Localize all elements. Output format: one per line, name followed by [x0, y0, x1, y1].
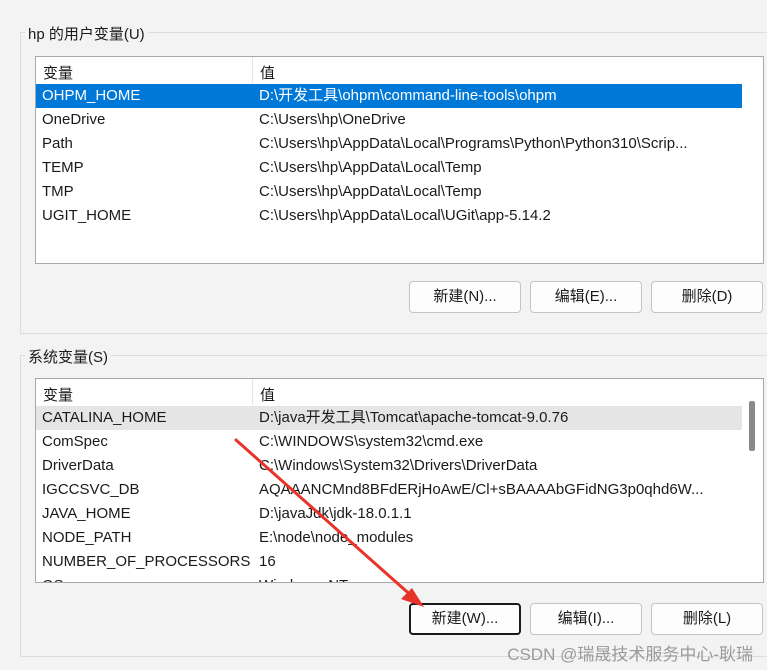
variable-name: NODE_PATH: [42, 529, 132, 546]
column-header-name[interactable]: 变量: [43, 384, 73, 405]
column-divider[interactable]: [252, 57, 253, 83]
system-variables-scrollbar[interactable]: [743, 379, 763, 582]
system-new-button[interactable]: 新建(W)...: [409, 603, 521, 635]
user-new-button[interactable]: 新建(N)...: [409, 281, 521, 313]
table-row[interactable]: IGCCSVC_DB AQAAANCMnd8BFdERjHoAwE/Cl+sBAA…: [36, 478, 742, 502]
user-variables-header: 变量 值: [36, 57, 763, 83]
variable-name: TEMP: [42, 159, 84, 176]
variable-value: C:\Users\hp\AppData\Local\Temp: [259, 183, 482, 200]
column-header-name[interactable]: 变量: [43, 62, 73, 83]
table-row[interactable]: JAVA_HOME D:\javaJdk\jdk-18.0.1.1: [36, 502, 742, 526]
table-row[interactable]: TMP C:\Users\hp\AppData\Local\Temp: [36, 180, 742, 204]
variable-value: D:\java开发工具\Tomcat\apache-tomcat-9.0.76: [259, 409, 569, 426]
system-variables-title: 系统变量(S): [25, 346, 111, 367]
table-row[interactable]: Path C:\Users\hp\AppData\Local\Programs\P…: [36, 132, 742, 156]
variable-name: UGIT_HOME: [42, 207, 132, 224]
system-variables-list[interactable]: 变量 值 CATALINA_HOME D:\java开发工具\Tomcat\apa…: [35, 378, 764, 583]
variable-value: AQAAANCMnd8BFdERjHoAwE/Cl+sBAAAAbGFidNG3…: [259, 481, 704, 498]
variable-name: Path: [42, 135, 73, 152]
system-edit-button[interactable]: 编辑(I)...: [530, 603, 642, 635]
variable-value: E:\node\node_modules: [259, 529, 414, 546]
variable-value: C:\Users\hp\AppData\Local\Temp: [259, 159, 482, 176]
variable-value: C:\Windows\System32\Drivers\DriverData: [259, 457, 538, 474]
variable-value: Windows_NT: [259, 574, 348, 582]
table-row[interactable]: DriverData C:\Windows\System32\Drivers\Dr…: [36, 454, 742, 478]
column-divider[interactable]: [252, 379, 253, 405]
table-row[interactable]: CATALINA_HOME D:\java开发工具\Tomcat\apache-t…: [36, 406, 742, 430]
variable-value: 16: [259, 553, 276, 570]
variable-name: DriverData: [42, 457, 114, 474]
variable-name: OneDrive: [42, 111, 106, 128]
variable-value: C:\Users\hp\AppData\Local\UGit\app-5.14.…: [259, 207, 551, 224]
scrollbar-thumb[interactable]: [749, 401, 755, 451]
user-delete-button[interactable]: 删除(D): [651, 281, 763, 313]
table-row[interactable]: TEMP C:\Users\hp\AppData\Local\Temp: [36, 156, 742, 180]
user-variables-title: hp 的用户变量(U): [25, 23, 148, 44]
variable-name: OHPM_HOME: [42, 87, 141, 104]
column-header-value[interactable]: 值: [260, 62, 275, 83]
variable-value: D:\开发工具\ohpm\command-line-tools\ohpm: [259, 87, 557, 104]
variable-value: C:\WINDOWS\system32\cmd.exe: [259, 433, 484, 450]
variable-value: D:\javaJdk\jdk-18.0.1.1: [259, 505, 412, 522]
table-row[interactable]: OS Windows_NT: [36, 574, 742, 582]
table-row[interactable]: OneDrive C:\Users\hp\OneDrive: [36, 108, 742, 132]
table-row[interactable]: ComSpec C:\WINDOWS\system32\cmd.exe: [36, 430, 742, 454]
variable-name: OS: [42, 574, 64, 582]
table-row[interactable]: NODE_PATH E:\node\node_modules: [36, 526, 742, 550]
variable-value: C:\Users\hp\OneDrive: [259, 111, 406, 128]
variable-name: JAVA_HOME: [42, 505, 131, 522]
system-variables-header: 变量 值: [36, 379, 763, 405]
system-delete-button[interactable]: 删除(L): [651, 603, 763, 635]
user-variables-list[interactable]: 变量 值 OHPM_HOME D:\开发工具\ohpm\command-line-…: [35, 56, 764, 264]
variable-name: IGCCSVC_DB: [42, 481, 140, 498]
table-row[interactable]: OHPM_HOME D:\开发工具\ohpm\command-line-tools…: [36, 84, 742, 108]
variable-name: CATALINA_HOME: [42, 409, 167, 426]
variable-value: C:\Users\hp\AppData\Local\Programs\Pytho…: [259, 135, 688, 152]
csdn-watermark: CSDN @瑞晟技术服务中心-耿瑞: [507, 645, 753, 664]
table-row[interactable]: UGIT_HOME C:\Users\hp\AppData\Local\UGit\…: [36, 204, 742, 228]
user-edit-button[interactable]: 编辑(E)...: [530, 281, 642, 313]
variable-name: TMP: [42, 183, 74, 200]
column-header-value[interactable]: 值: [260, 384, 275, 405]
table-row[interactable]: NUMBER_OF_PROCESSORS 16: [36, 550, 742, 574]
variable-name: ComSpec: [42, 433, 108, 450]
variable-name: NUMBER_OF_PROCESSORS: [42, 553, 251, 570]
